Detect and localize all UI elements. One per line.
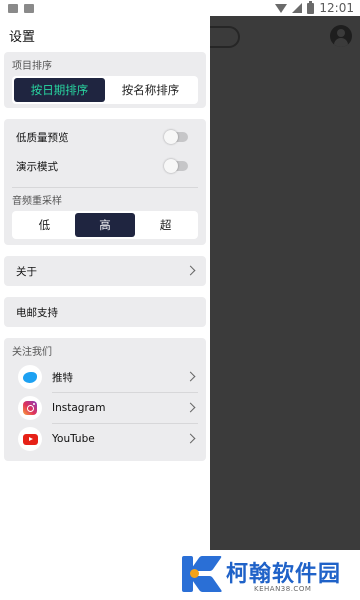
watermark-logo-icon <box>182 554 223 594</box>
wifi-icon <box>275 3 288 13</box>
about-item[interactable]: 关于 <box>4 256 206 286</box>
profile-avatar-icon[interactable] <box>330 25 352 47</box>
app-logo-icon <box>210 26 240 48</box>
chevron-right-icon <box>185 433 196 444</box>
drawer-title: 设置 <box>9 30 36 45</box>
youtube-label: YouTube <box>52 433 95 445</box>
app-notification-icon <box>24 3 34 13</box>
sort-segmented-control: 按日期排序 按名称排序 <box>12 76 198 104</box>
battery-icon <box>307 0 315 14</box>
twitter-icon <box>18 365 42 389</box>
youtube-icon <box>18 427 42 451</box>
low-quality-preview-label: 低质量预览 <box>16 131 69 144</box>
low-quality-preview-toggle[interactable] <box>164 130 188 144</box>
low-quality-preview-row: 低质量预览 <box>4 123 206 151</box>
resample-caption: 音频重采样 <box>12 196 62 207</box>
preferences-card: 低质量预览 演示模式 音频重采样 低 高 超 <box>4 119 206 245</box>
instagram-link[interactable]: Instagram <box>4 393 206 423</box>
demo-mode-row: 演示模式 <box>4 152 206 180</box>
resample-high-button[interactable]: 高 <box>74 213 136 237</box>
youtube-link[interactable]: YouTube <box>4 424 206 454</box>
about-label: 关于 <box>16 265 37 278</box>
preferences-divider <box>12 187 198 188</box>
email-support-label: 电邮支持 <box>16 306 58 319</box>
demo-mode-toggle[interactable] <box>164 159 188 173</box>
resample-segmented-control: 低 高 超 <box>12 211 198 239</box>
instagram-icon <box>18 396 42 420</box>
about-row: 关于 <box>4 257 206 285</box>
watermark-title: 柯翰软件园 <box>226 562 342 587</box>
sort-by-name-button[interactable]: 按名称排序 <box>105 78 196 102</box>
email-support-item[interactable]: 电邮支持 <box>4 297 206 327</box>
instagram-label: Instagram <box>52 402 106 414</box>
watermark: 柯翰软件园 KEHAN38.COM <box>160 550 360 600</box>
twitter-label: 推特 <box>52 371 73 384</box>
status-bar: 12:01 <box>0 0 360 16</box>
resample-ultra-button[interactable]: 超 <box>135 213 196 237</box>
twitter-link[interactable]: 推特 <box>4 362 206 392</box>
watermark-url: KEHAN38.COM <box>254 585 312 593</box>
resample-low-button[interactable]: 低 <box>14 213 75 237</box>
sort-by-date-button[interactable]: 按日期排序 <box>14 78 105 102</box>
sort-caption: 项目排序 <box>12 61 52 72</box>
drawer-scrim[interactable] <box>210 16 360 550</box>
settings-drawer: 设置 项目排序 按日期排序 按名称排序 低质量预览 演示模式 音频重采样 低 高… <box>0 16 210 550</box>
gallery-notification-icon <box>8 3 18 13</box>
chevron-right-icon <box>185 371 196 382</box>
demo-mode-label: 演示模式 <box>16 160 58 173</box>
follow-us-card: 关注我们 推特 Instagram YouTube <box>4 338 206 461</box>
chevron-right-icon <box>185 402 196 413</box>
follow-caption: 关注我们 <box>12 347 52 358</box>
status-time: 12:01 <box>319 1 354 15</box>
signal-icon <box>292 3 303 13</box>
sort-card: 项目排序 按日期排序 按名称排序 <box>4 52 206 108</box>
email-support-row: 电邮支持 <box>4 298 206 326</box>
